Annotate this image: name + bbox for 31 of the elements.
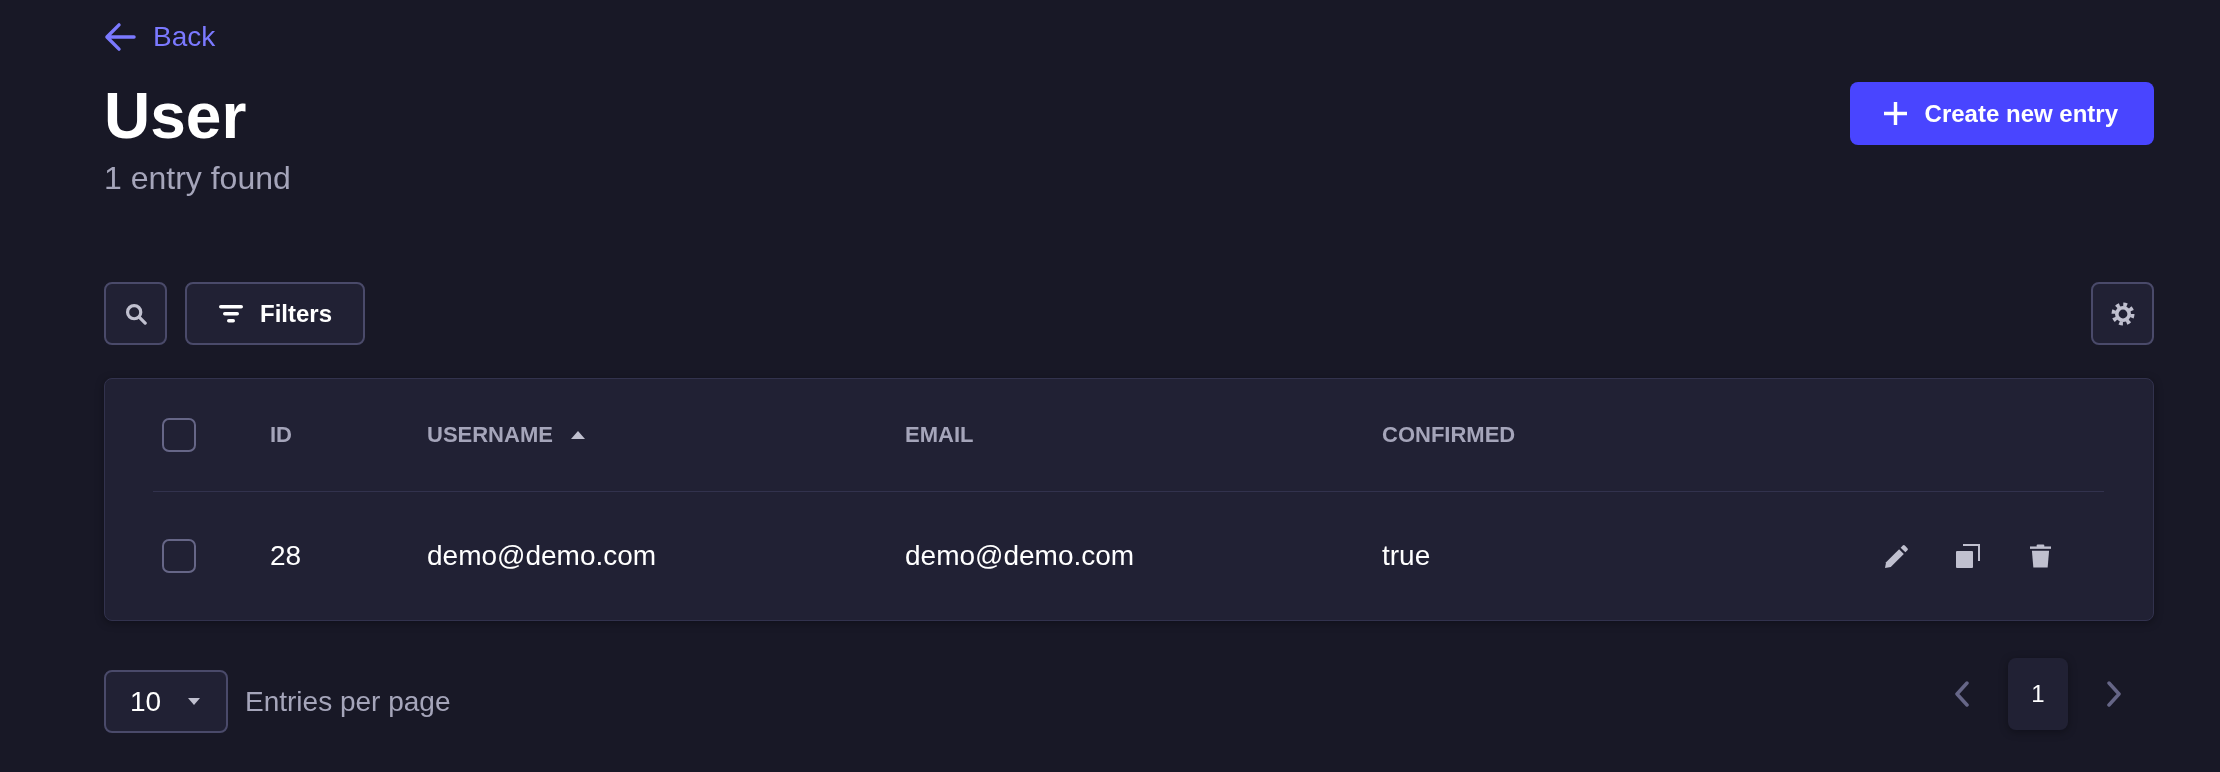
per-page-select[interactable]: 10	[104, 670, 228, 733]
select-all-checkbox[interactable]	[162, 418, 196, 452]
chevron-right-icon	[2107, 681, 2121, 707]
create-entry-button[interactable]: Create new entry	[1849, 82, 2154, 145]
trash-icon	[2029, 544, 2051, 568]
back-link[interactable]: Back	[104, 17, 216, 57]
page-button[interactable]: 1	[2008, 658, 2068, 730]
per-page-label: Entries per page	[245, 685, 451, 718]
filter-icon	[219, 304, 243, 323]
settings-icon	[2110, 301, 2135, 326]
row-checkbox[interactable]	[162, 539, 196, 573]
table-cell: true	[1382, 540, 1431, 572]
copy-icon	[1956, 544, 1980, 568]
plus-icon	[1883, 102, 1907, 125]
pencil-icon	[1883, 543, 1909, 569]
table-cell: demo@demo.com	[905, 540, 1135, 572]
settings-button[interactable]	[2091, 282, 2154, 345]
search-icon	[124, 302, 147, 325]
chevron-left-icon	[1955, 681, 1969, 707]
column-header[interactable]: ID	[270, 422, 292, 448]
column-header[interactable]: USERNAME	[427, 422, 553, 448]
entry-count: 1 entry found	[104, 159, 291, 198]
arrow-left-icon	[104, 22, 136, 52]
table-cell: 28	[270, 540, 302, 572]
filters-button[interactable]: Filters	[185, 282, 365, 345]
search-button[interactable]	[104, 282, 167, 345]
page-title: User	[104, 79, 248, 154]
table-cell: demo@demo.com	[427, 540, 657, 572]
caret-icon	[188, 698, 200, 705]
column-header[interactable]: EMAIL	[905, 422, 974, 448]
column-header[interactable]: CONFIRMED	[1382, 422, 1516, 448]
